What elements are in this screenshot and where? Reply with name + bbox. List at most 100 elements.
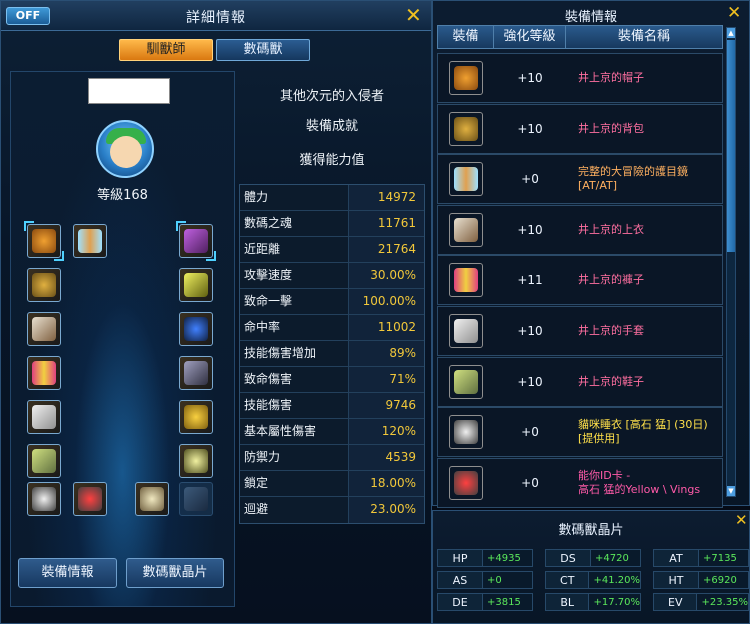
stats-table: 體力 14972 數碼之魂 11761 近距離 21764 攻擊速度 30.00% 致命一擊 10… xyxy=(239,184,425,524)
stat-label: 數碼之魂 xyxy=(240,211,348,236)
stat-label: 體力 xyxy=(240,185,348,210)
scroll-down-icon[interactable]: ▼ xyxy=(727,486,735,496)
digimon-shard-button[interactable]: 數碼獸晶片 xyxy=(126,558,224,588)
shoes-icon xyxy=(32,449,56,473)
avatar-face-icon xyxy=(110,136,142,168)
stats-title: 獲得能力值 xyxy=(299,153,365,168)
shirt-icon xyxy=(454,217,478,242)
shard-stat-key: CT xyxy=(545,571,590,589)
equip-item-slot[interactable] xyxy=(449,364,483,399)
close-icon[interactable]: ✕ xyxy=(735,513,748,528)
shard-stat-key: EV xyxy=(653,593,698,611)
shard-stat-key: BL xyxy=(545,593,590,611)
accessory-icon xyxy=(184,229,208,253)
stat-row: 鎖定 18.00% xyxy=(240,471,424,497)
card-slot-icon xyxy=(184,487,208,511)
equip-slot-shoes[interactable] xyxy=(27,444,61,478)
stat-row: 技能傷害增加 89% xyxy=(240,341,424,367)
equip-table-header: 裝備 強化等級 裝備名稱 xyxy=(437,25,723,49)
equip-row[interactable]: +0 完整的大冒險的護目鏡 [AT/AT] xyxy=(437,154,723,205)
stat-row: 數碼之魂 11761 xyxy=(240,211,424,237)
equip-list: +10 井上京的帽子 +10 井上京的背包 +0 完整的大冒險的護目鏡 [AT/AT] +1… xyxy=(437,53,723,508)
shard-stat-cell: HP +4935 xyxy=(437,549,533,567)
pants-icon xyxy=(454,268,478,293)
equip-row[interactable]: +10 井上京的背包 xyxy=(437,103,723,154)
equip-row[interactable]: +10 井上京的鞋子 xyxy=(437,356,723,407)
equip-row[interactable]: +0 貓咪睡衣 [高石 猛] (30日) [提供用] xyxy=(437,407,723,458)
equip-level: +0 xyxy=(521,475,539,490)
equip-row[interactable]: +10 井上京的上衣 xyxy=(437,204,723,255)
equip-slot-accessory-6[interactable] xyxy=(179,444,213,478)
equip-item-slot[interactable] xyxy=(449,212,483,247)
shard-stat-value: +4935 xyxy=(483,549,533,567)
equip-scrollbar[interactable]: ▲ ▼ xyxy=(726,27,736,497)
equip-row[interactable]: +10 井上京的手套 xyxy=(437,305,723,356)
stat-label: 基本屬性傷害 xyxy=(240,419,348,444)
close-icon[interactable]: ✕ xyxy=(727,5,741,22)
shard-stat-value: +6920 xyxy=(699,571,749,589)
equip-item-slot[interactable] xyxy=(449,61,483,95)
stat-row: 命中率 11002 xyxy=(240,315,424,341)
equip-window-title: 裝備情報 xyxy=(564,10,617,25)
equip-level: +11 xyxy=(517,273,543,288)
equip-slot-accessory-5[interactable] xyxy=(179,400,213,434)
equip-slot-pants[interactable] xyxy=(27,356,61,390)
stat-label: 迴避 xyxy=(240,497,348,523)
equip-slot-accessory-7[interactable] xyxy=(135,482,169,516)
stat-label: 防禦力 xyxy=(240,445,348,470)
scroll-up-icon[interactable]: ▲ xyxy=(727,28,735,38)
equip-item-slot[interactable] xyxy=(449,111,483,146)
equip-slot-backpack[interactable] xyxy=(27,268,61,302)
equip-icon-cell xyxy=(438,105,494,153)
stat-row: 致命一擊 100.00% xyxy=(240,289,424,315)
gloves-icon xyxy=(32,405,56,429)
equip-slot-goggles[interactable] xyxy=(73,224,107,258)
detail-window-title: 詳細情報 xyxy=(186,10,246,26)
badge-icon xyxy=(184,449,208,473)
equip-name: 完整的大冒險的護目鏡 [AT/AT] xyxy=(578,165,688,193)
equip-slot-costume[interactable] xyxy=(27,482,61,516)
equip-row[interactable]: +11 井上京的褲子 xyxy=(437,255,723,306)
shard-stat-value: +7135 xyxy=(699,549,749,567)
equip-name: 井上京的背包 xyxy=(578,121,644,135)
equip-slot-accessory-4[interactable] xyxy=(179,356,213,390)
equip-slot-id-card[interactable] xyxy=(73,482,107,516)
shard-stat-cell: AT +7135 xyxy=(653,549,749,567)
equip-slot-accessory-1[interactable] xyxy=(176,221,216,261)
shard-stat-key: AS xyxy=(437,571,483,589)
equip-item-slot[interactable] xyxy=(449,162,483,197)
tab-digimon[interactable]: 數碼獸 xyxy=(216,39,310,61)
equip-slot-hat[interactable] xyxy=(24,221,64,261)
equip-info-button[interactable]: 裝備情報 xyxy=(18,558,117,588)
equip-item-slot[interactable] xyxy=(449,465,483,500)
shard-stat-cell: BL +17.70% xyxy=(545,593,641,611)
equip-level: +10 xyxy=(517,71,543,85)
detail-titlebar[interactable]: OFF 詳細情報 ✕ xyxy=(1,1,431,31)
close-icon[interactable]: ✕ xyxy=(405,5,422,25)
header-equip: 裝備 xyxy=(438,26,494,48)
tab-tamer[interactable]: 馴獸師 xyxy=(119,39,213,61)
digimon-shard-window: 數碼獸晶片 ✕ HP +4935 DS +4720 AT +7135 AS +0 CT +41.2… xyxy=(432,510,750,624)
equip-slot-accessory-3[interactable] xyxy=(179,312,213,346)
equip-slot-shirt[interactable] xyxy=(27,312,61,346)
shard-stat-cell: CT +41.20% xyxy=(545,571,641,589)
equip-row[interactable]: +0 能你ID卡 - 高石 猛的Yellow \ Vings xyxy=(437,457,723,508)
equip-level: +10 xyxy=(517,323,543,338)
equip-slot-empty[interactable] xyxy=(179,482,213,516)
equip-item-slot[interactable] xyxy=(449,415,483,450)
stat-label: 技能傷害 xyxy=(240,393,348,418)
hat-icon xyxy=(32,229,56,253)
id-card-icon xyxy=(78,487,102,511)
equip-item-slot[interactable] xyxy=(449,313,483,348)
equip-slot-accessory-2[interactable] xyxy=(179,268,213,302)
equip-level: +10 xyxy=(517,374,543,389)
scroll-thumb[interactable] xyxy=(727,40,735,252)
stat-value: 11002 xyxy=(348,315,424,340)
shard-stat-key: DS xyxy=(545,549,591,567)
character-info: 其他次元的入侵者 裝備成就 獲得能力值 xyxy=(239,75,425,173)
medal-icon xyxy=(140,487,164,511)
equip-row[interactable]: +10 井上京的帽子 xyxy=(437,53,723,103)
equip-item-slot[interactable] xyxy=(449,263,483,298)
goggles-icon xyxy=(454,167,478,192)
equip-slot-gloves[interactable] xyxy=(27,400,61,434)
